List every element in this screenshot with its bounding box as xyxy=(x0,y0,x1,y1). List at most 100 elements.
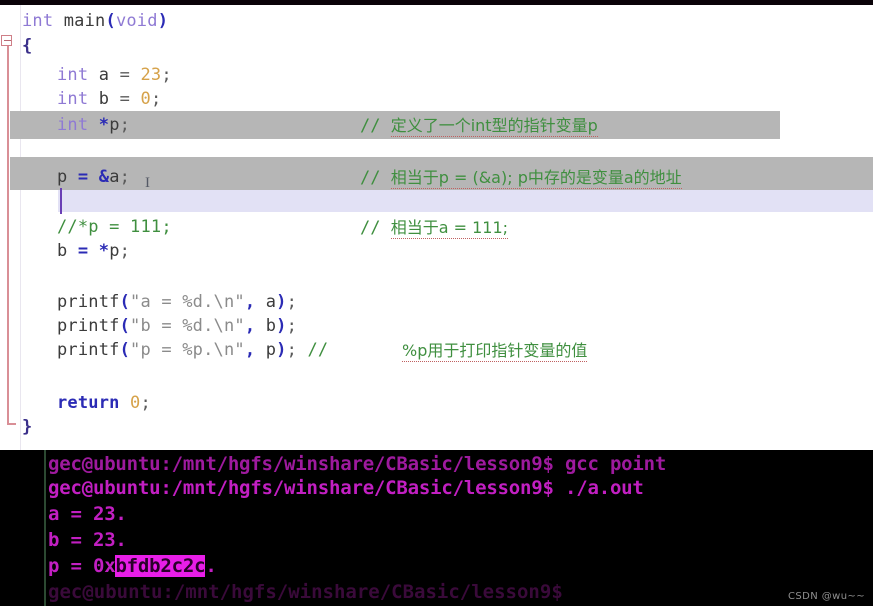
code-token: & xyxy=(98,167,110,187)
code-token: p xyxy=(57,167,68,187)
code-token: ) xyxy=(157,11,169,31)
terminal-selected-text[interactable]: bfdb2c2c xyxy=(115,555,206,577)
term-line-output-a: a = 23. xyxy=(48,502,127,526)
code-token: 0 xyxy=(130,393,141,413)
code-token: = xyxy=(77,241,89,261)
comment-slashes: // xyxy=(360,116,391,136)
terminal-pane[interactable]: gec@ubuntu:/mnt/hgfs/winshare/CBasic/les… xyxy=(0,450,873,606)
code-token: int xyxy=(57,115,89,135)
terminal-vertical-rule xyxy=(44,450,46,606)
code-token: ) xyxy=(276,340,287,360)
terminal-left-gutter xyxy=(0,450,44,606)
code-token: return xyxy=(57,393,120,413)
line-main-signature: int main(void) xyxy=(0,9,168,34)
code-token: printf xyxy=(57,340,120,360)
terminal-text: b = 23. xyxy=(48,529,127,551)
code-token: * xyxy=(98,115,110,135)
code-token: void xyxy=(115,11,158,31)
terminal-clipped-prompt-line: gec@ubuntu:/mnt/hgfs/winshare/CBasic/les… xyxy=(48,581,563,603)
line-printf-a: printf("a = %d.\n", a); xyxy=(0,290,297,315)
code-token: p xyxy=(109,241,120,261)
code-token: , xyxy=(244,292,256,312)
term-line-output-b: b = 23. xyxy=(48,528,127,552)
code-token: = xyxy=(77,167,89,187)
code-token: ; xyxy=(119,167,131,187)
terminal-text: gec@ubuntu:/mnt/hgfs/winshare/CBasic/les… xyxy=(48,453,667,475)
line-decl-p: int *p; xyxy=(0,113,130,138)
code-token: "b = %d.\n" xyxy=(130,316,245,336)
code-token: 0 xyxy=(140,89,151,109)
comment-equivalent-assign: // 相当于a = 111; xyxy=(360,215,509,240)
code-token: b xyxy=(98,89,110,109)
terminal-text: p = 0x xyxy=(48,555,116,577)
csdn-watermark: CSDN @wu~~ xyxy=(788,591,865,602)
code-token: p xyxy=(109,115,120,135)
code-token: a xyxy=(109,167,120,187)
code-token: ( xyxy=(119,316,131,336)
code-token: // xyxy=(307,340,339,360)
code-token: ; xyxy=(150,89,162,109)
line-decl-b: int b = 0; xyxy=(0,87,161,112)
code-token: 23 xyxy=(140,65,162,85)
line-assign-b: b = *p; xyxy=(0,239,130,264)
code-token: ; xyxy=(119,241,131,261)
code-token: int xyxy=(57,89,89,109)
terminal-text: a = 23. xyxy=(48,503,127,525)
code-token: * xyxy=(98,241,110,261)
line-open-brace: { xyxy=(0,34,32,59)
term-line-output-p: p = 0xbfdb2c2c. xyxy=(48,554,217,578)
comment-text: %p用于打印指针变量的值 xyxy=(402,341,588,362)
code-token: { xyxy=(22,36,33,56)
screenshot-root: int main(void){int a = 23; int b = 0; int … xyxy=(0,0,873,606)
code-editor-pane[interactable]: int main(void){int a = 23; int b = 0; int … xyxy=(0,5,873,450)
code-token: , xyxy=(244,316,256,336)
code-token: ( xyxy=(105,11,116,31)
code-token: int xyxy=(22,11,54,31)
comment-address-of-a: // 相当于p = (&a); p中存的是变量a的地址 xyxy=(360,165,682,190)
comment-percent-p: %p用于打印指针变量的值 xyxy=(402,338,588,363)
terminal-text: gec@ubuntu:/mnt/hgfs/winshare/CBasic/les… xyxy=(48,477,644,499)
comment-text: 相当于p = (&a); p中存的是变量a的地址 xyxy=(390,168,682,189)
code-token: main xyxy=(63,11,106,31)
comment-text: 相当于a = 111; xyxy=(390,218,509,239)
code-token: = xyxy=(109,89,141,109)
code-token: //*p = 111; xyxy=(57,217,172,237)
code-token: int xyxy=(57,65,89,85)
line-decl-a: int a = 23; xyxy=(0,63,172,88)
term-line-compile: gec@ubuntu:/mnt/hgfs/winshare/CBasic/les… xyxy=(48,452,666,476)
code-token: b xyxy=(57,241,68,261)
code-token: "a = %d.\n" xyxy=(130,292,245,312)
comment-slashes: // xyxy=(360,168,391,188)
code-token: ; xyxy=(119,115,131,135)
code-token: a xyxy=(265,292,277,312)
line-assign-p: p = &a; xyxy=(0,165,130,190)
comment-slashes: // xyxy=(360,218,391,238)
code-token: ; xyxy=(286,340,298,360)
code-token: a xyxy=(98,65,110,85)
code-token: = xyxy=(109,65,141,85)
terminal-text: . xyxy=(205,555,217,577)
code-token: ( xyxy=(119,340,131,360)
code-token: b xyxy=(265,316,277,336)
code-token: p xyxy=(265,340,277,360)
code-token: } xyxy=(22,417,33,437)
code-token: ( xyxy=(119,292,131,312)
line-close-brace: } xyxy=(0,415,32,440)
code-token: ) xyxy=(276,316,287,336)
code-token: "p = %p.\n" xyxy=(130,340,245,360)
mouse-i-beam-cursor: I xyxy=(145,175,150,191)
comment-text: 定义了一个int型的指针变量p xyxy=(390,116,598,137)
line-printf-p: printf("p = %p.\n", p); // xyxy=(0,338,339,363)
code-token: ; xyxy=(286,292,298,312)
code-token: ; xyxy=(286,316,298,336)
line-commented-deref: //*p = 111; xyxy=(0,215,172,240)
